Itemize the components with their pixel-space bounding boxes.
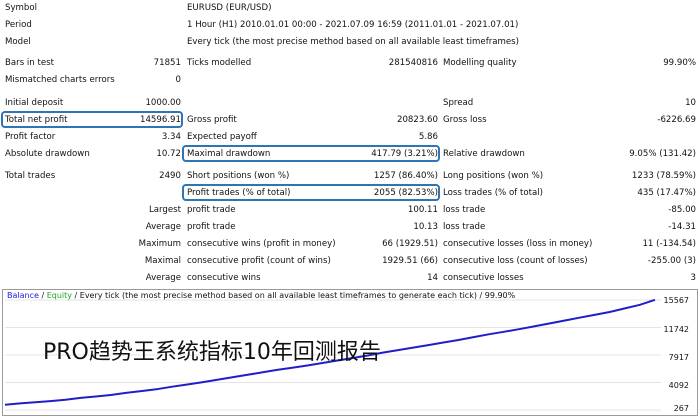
absolute-drawdown-label: Absolute drawdown <box>5 149 90 159</box>
mismatched-label: Mismatched charts errors <box>5 75 115 85</box>
y-tick-label: 7917 <box>668 353 689 362</box>
maximum-label: Maximum <box>138 239 181 249</box>
maximum-losses-label: consecutive losses (loss in money) <box>443 239 593 249</box>
average-label: Average <box>145 222 181 232</box>
maximal-profit-label: consecutive profit (count of wins) <box>187 256 331 266</box>
legend-equity: Equity <box>46 291 72 300</box>
maximum-losses-value: 11 (-134.54) <box>642 239 696 249</box>
y-tick-label: 11742 <box>663 325 689 334</box>
profit-factor-value: 3.34 <box>161 132 181 142</box>
initial-deposit-value: 1000.00 <box>145 98 181 108</box>
gross-loss-label: Gross loss <box>443 115 487 125</box>
average2-wins-label: consecutive wins <box>187 273 261 283</box>
long-positions-value: 1233 (78.59%) <box>631 171 696 181</box>
average-loss-value: -14.31 <box>668 222 696 232</box>
maximum-wins-value: 66 (1929.51) <box>382 239 438 249</box>
relative-drawdown-value: 9.05% (131.42) <box>629 149 696 159</box>
maximum-wins-label: consecutive wins (profit in money) <box>187 239 336 249</box>
gross-profit-label: Gross profit <box>187 115 237 125</box>
loss-trades-label: Loss trades (% of total) <box>443 188 543 198</box>
maximal-loss-label: consecutive loss (count of losses) <box>443 256 588 266</box>
average-loss-label: loss trade <box>443 222 486 232</box>
legend-balance: Balance <box>7 291 39 300</box>
total-trades-value: 2490 <box>159 171 181 181</box>
gross-loss-value: -6226.69 <box>657 115 696 125</box>
total-trades-label: Total trades <box>5 171 56 181</box>
model-value: Every tick (the most precise method base… <box>187 37 520 47</box>
expected-payoff-value: 5.86 <box>418 132 438 142</box>
short-positions-label: Short positions (won %) <box>187 171 290 181</box>
average2-wins-value: 14 <box>427 273 438 283</box>
ticks-modelled-label: Ticks modelled <box>187 58 252 68</box>
total-net-profit-value: 14596.91 <box>139 115 181 125</box>
average2-losses-value: 3 <box>690 273 696 283</box>
average2-losses-label: consecutive losses <box>443 273 524 283</box>
largest-profit-value: 100.11 <box>407 205 438 215</box>
maximal-drawdown-label: Maximal drawdown <box>187 149 271 159</box>
short-positions-value: 1257 (86.40%) <box>373 171 438 181</box>
average-profit-label: profit trade <box>187 222 236 232</box>
y-tick-label: 15567 <box>663 296 689 305</box>
average-profit-value: 10.13 <box>413 222 438 232</box>
modelling-quality-label: Modelling quality <box>443 58 517 68</box>
balance-chart: Balance / Equity / Every tick (the most … <box>2 289 698 416</box>
total-net-profit-label: Total net profit <box>5 115 68 125</box>
spread-label: Spread <box>443 98 474 108</box>
period-label: Period <box>5 20 32 30</box>
period-value: 1 Hour (H1) 2010.01.01 00:00 - 2021.07.0… <box>187 20 519 30</box>
largest-profit-label: profit trade <box>187 205 236 215</box>
largest-loss-label: loss trade <box>443 205 486 215</box>
bars-in-test-value: 71851 <box>153 58 181 68</box>
profit-trades-value: 2055 (82.53%) <box>373 188 438 198</box>
expected-payoff-label: Expected payoff <box>187 132 257 142</box>
bars-in-test-label: Bars in test <box>5 58 54 68</box>
maximal-label: Maximal <box>144 256 181 266</box>
profit-trades-label: Profit trades (% of total) <box>187 188 291 198</box>
maximal-drawdown-value: 417.79 (3.21%) <box>371 149 438 159</box>
symbol-value: EURUSD (EUR/USD) <box>187 3 272 13</box>
gross-profit-value: 20823.60 <box>396 115 438 125</box>
long-positions-label: Long positions (won %) <box>443 171 544 181</box>
symbol-label: Symbol <box>5 3 38 13</box>
profit-factor-label: Profit factor <box>5 132 56 142</box>
chart-legend: Balance / Equity / Every tick (the most … <box>7 291 515 300</box>
mismatched-value: 0 <box>175 75 181 85</box>
maximal-loss-value: -255.00 (3) <box>647 256 696 266</box>
legend-rest: / Every tick (the most precise method ba… <box>71 291 516 300</box>
overlay-title: PRO趋势王系统指标10年回测报告 <box>43 340 381 365</box>
loss-trades-value: 435 (17.47%) <box>637 188 696 198</box>
average2-label: Average <box>145 273 181 283</box>
modelling-quality-value: 99.90% <box>663 58 696 68</box>
largest-loss-value: -85.00 <box>668 205 696 215</box>
largest-label: Largest <box>148 205 181 215</box>
y-tick-label: 267 <box>673 404 689 413</box>
y-tick-label: 4092 <box>668 381 689 390</box>
ticks-modelled-value: 281540816 <box>388 58 438 68</box>
maximal-profit-value: 1929.51 (66) <box>382 256 438 266</box>
initial-deposit-label: Initial deposit <box>5 98 64 108</box>
absolute-drawdown-value: 10.72 <box>156 149 181 159</box>
spread-value: 10 <box>685 98 696 108</box>
model-label: Model <box>5 37 31 47</box>
relative-drawdown-label: Relative drawdown <box>443 149 525 159</box>
legend-sep: / <box>38 291 47 300</box>
